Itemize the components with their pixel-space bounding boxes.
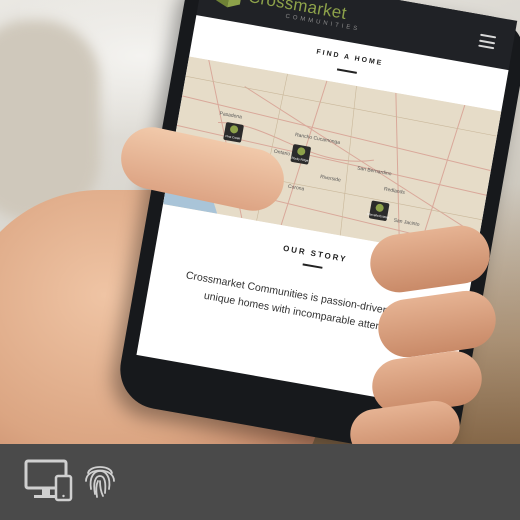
devices-icon [24,459,73,502]
heading-rule [302,263,323,269]
map-pin[interactable]: Pine Creek [223,122,244,143]
footer-bar [0,444,520,520]
map-pin[interactable]: Rocky Ridge [290,144,311,165]
fingerprint-icon [85,466,115,498]
logo-cube-icon [216,0,242,8]
hamburger-menu-icon[interactable] [478,33,497,50]
photo-scene: Crossmarket COMMUNITIES FIND A HOME Pasa… [0,0,520,444]
heading-rule [336,68,357,74]
